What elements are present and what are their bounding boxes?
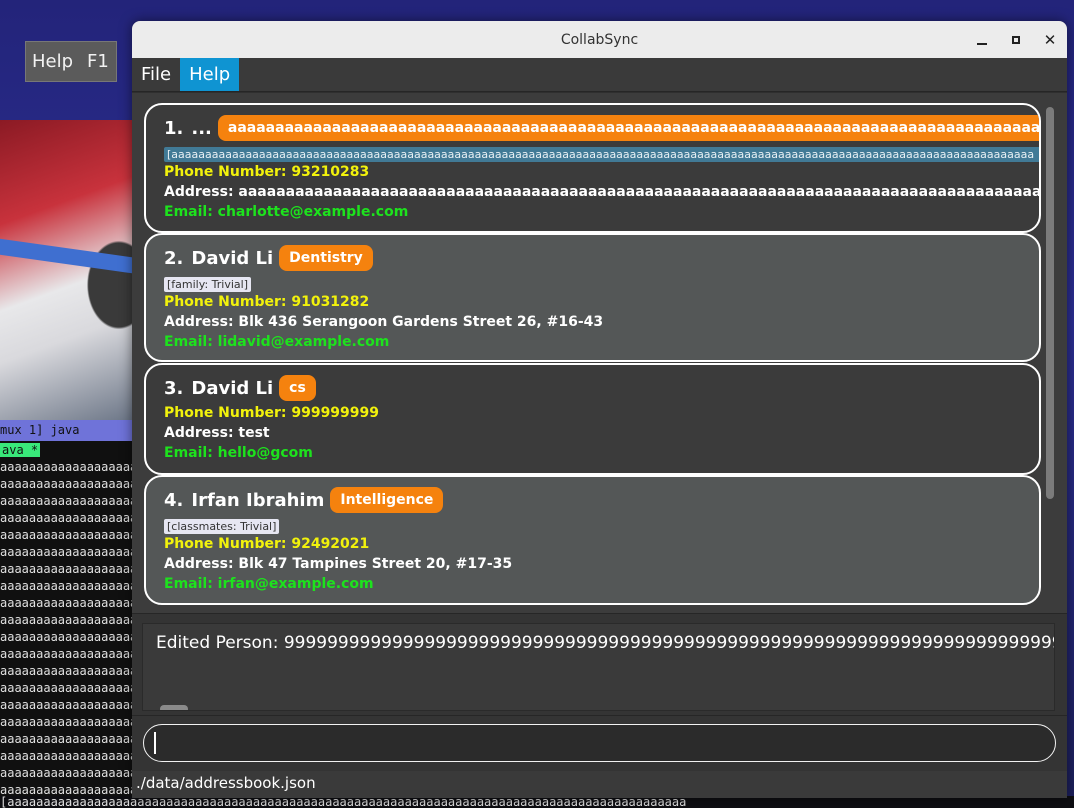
person-email: Email: irfan@example.com (164, 576, 374, 592)
person-tag: cs (279, 375, 316, 401)
result-display: Edited Person: 9999999999999999999999999… (132, 613, 1067, 715)
person-card[interactable]: 1. ... aaaaaaaaaaaaaaaaaaaaaaaaaaaaaaaaa… (144, 103, 1041, 233)
help-shortcut-label: F1 (87, 51, 109, 72)
close-icon: ✕ (1043, 30, 1057, 49)
person-name: Irfan Ibrahim (191, 489, 325, 511)
person-phone: Phone Number: 999999999 (164, 405, 380, 421)
terminal-window[interactable]: mux 1] java ava * aaaaaaaaaaaaaaaaaaaa aa… (0, 420, 132, 808)
title-bar[interactable]: CollabSync ✕ (132, 21, 1067, 58)
terminal-line: aaaaaaaaaaaaaaaaaaaaaaaaaaaaaaaaaaaaaaaa (0, 664, 132, 678)
window-controls: ✕ (975, 21, 1057, 58)
terminal-line: aaaaaaaaaaaaaaaaaaaaaaaaaaaaaaaaaaaaaaaa (0, 647, 132, 661)
person-card-header: 1. ... aaaaaaaaaaaaaaaaaaaaaaaaaaaaaaaaa… (164, 113, 1039, 143)
command-box (132, 715, 1067, 771)
result-horizontal-scrollbar[interactable] (160, 705, 188, 710)
person-address: Address: Blk 436 Serangoon Gardens Stree… (164, 314, 604, 330)
person-tag: Intelligence (330, 487, 444, 513)
terminal-line: aaaaaaaaaaaaaaaaaaaaaaaaaaaaaaaaaaaaaaaa (0, 528, 132, 542)
terminal-line: aaaaaaaaaaaaaaaaaaaaaaaaaaaaaaaaaaaaaaaa (0, 579, 132, 593)
menu-help[interactable]: Help (180, 58, 240, 91)
person-email: Email: lidavid@example.com (164, 334, 390, 350)
terminal-line: aaaaaaaaaaaaaaaaaaaaaaaaaaaaaaaaaaaaaaaa (0, 545, 132, 559)
person-card-header: 4. Irfan Ibrahim Intelligence (164, 485, 1039, 515)
menu-file[interactable]: File (132, 58, 180, 91)
person-email: Email: hello@gcom (164, 445, 313, 461)
status-bar: ./data/addressbook.json (132, 771, 1067, 798)
person-card[interactable]: 4. Irfan Ibrahim Intelligence [classmate… (144, 475, 1041, 605)
close-button[interactable]: ✕ (1043, 30, 1057, 49)
person-phone: Phone Number: 92492021 (164, 536, 370, 552)
person-subtag: [classmates: Trivial] (164, 519, 280, 534)
person-index: 2. (164, 247, 184, 269)
command-input[interactable] (143, 724, 1056, 762)
menu-bar: File Help (132, 58, 1067, 92)
person-email: Email: charlotte@example.com (164, 204, 409, 220)
list-scrollbar[interactable] (1046, 107, 1054, 499)
terminal-line: aaaaaaaaaaaaaaaaaaaaaaaaaaaaaaaaaaaaaaaa (0, 766, 132, 780)
person-index: 4. (164, 489, 184, 511)
result-box[interactable]: Edited Person: 9999999999999999999999999… (142, 623, 1055, 711)
save-file-path: ./data/addressbook.json (136, 774, 316, 792)
terminal-line: aaaaaaaaaaaaaaaaaaaaaaaaaaaaaaaaaaaaaaaa (0, 698, 132, 712)
maximize-button[interactable] (1009, 33, 1023, 47)
help-key-label: Help (32, 51, 74, 72)
person-subtag: [aaaaaaaaaaaaaaaaaaaaaaaaaaaaaaaaaaaaaaa… (164, 147, 1039, 162)
person-subtag: [family: Trivial] (164, 277, 251, 292)
maximize-icon (1012, 35, 1020, 44)
person-card[interactable]: 3. David Li cs Phone Number: 999999999 A… (144, 363, 1041, 475)
person-tag: Dentistry (279, 245, 373, 271)
person-address: Address: test (164, 425, 270, 441)
person-card-header: 3. David Li cs (164, 373, 1039, 403)
text-caret (154, 732, 156, 754)
person-index: 3. (164, 377, 184, 399)
person-name: ... (191, 117, 212, 139)
terminal-line: aaaaaaaaaaaaaaaaaaaaaaaaaaaaaaaaaaaaaaaa (0, 749, 132, 763)
tmux-window-indicator: ava * (0, 441, 132, 459)
tmux-status-bar: mux 1] java (0, 420, 132, 441)
result-text: Edited Person: 9999999999999999999999999… (156, 633, 1055, 653)
person-list[interactable]: 1. ... aaaaaaaaaaaaaaaaaaaaaaaaaaaaaaaaa… (132, 93, 1067, 613)
terminal-line: aaaaaaaaaaaaaaaaaaaaaaaaaaaaaaaaaaaaaaaa (0, 562, 132, 576)
terminal-line: aaaaaaaaaaaaaaaaaaaaaaaaaaaaaaaaaaaaaaaa (0, 732, 132, 746)
app-window: CollabSync ✕ File Help 1. ... aaaaaaaaaa… (132, 21, 1067, 798)
person-phone: Phone Number: 93210283 (164, 164, 370, 180)
terminal-line: aaaaaaaaaaaaaaaaaaaaaaaaaaaaaaaaaaaaaaaa (0, 715, 132, 729)
terminal-line: aaaaaaaaaaaaaaaaaaaaaaaaaaaaaaaaaaaaaaaa (0, 630, 132, 644)
terminal-line: aaaaaaaaaaaaaaaaaaaaaaaaaaaaaaaaaaaaaaaa (0, 460, 132, 474)
person-address: Address: Blk 47 Tampines Street 20, #17-… (164, 556, 513, 572)
minimize-button[interactable] (975, 33, 989, 47)
terminal-line: aaaaaaaaaaaaaaaaaaaaaaaaaaaaaaaaaaaaaaaa (0, 494, 132, 508)
person-name: David Li (191, 247, 274, 269)
terminal-line: aaaaaaaaaaaaaaaaaaaaaaaaaaaaaaaaaaaaaaaa (0, 613, 132, 627)
person-phone: Phone Number: 91031282 (164, 294, 370, 310)
minimize-icon (977, 42, 987, 45)
window-title: CollabSync (560, 31, 639, 48)
terminal-line: aaaaaaaaaaaaaaaaaaaaaaaaaaaaaaaaaaaaaaaa (0, 511, 132, 525)
person-address: Address: aaaaaaaaaaaaaaaaaaaaaaaaaaaaaaa… (164, 184, 1041, 200)
person-tag: aaaaaaaaaaaaaaaaaaaaaaaaaaaaaaaaaaaaaaaa… (217, 115, 1039, 141)
tmux-window-label: ava * (0, 443, 41, 457)
person-card[interactable]: 2. David Li Dentistry [family: Trivial] … (144, 233, 1041, 362)
terminal-line: aaaaaaaaaaaaaaaaaaaaaaaaaaaaaaaaaaaaaaaa (0, 681, 132, 695)
terminal-line: aaaaaaaaaaaaaaaaaaaaaaaaaaaaaaaaaaaaaaaa (0, 596, 132, 610)
person-index: 1. (164, 117, 184, 139)
help-tooltip: Help F1 (25, 41, 117, 82)
person-name: David Li (191, 377, 274, 399)
terminal-line: aaaaaaaaaaaaaaaaaaaaaaaaaaaaaaaaaaaaaaaa (0, 477, 132, 491)
person-card-header: 2. David Li Dentistry (164, 243, 1039, 273)
